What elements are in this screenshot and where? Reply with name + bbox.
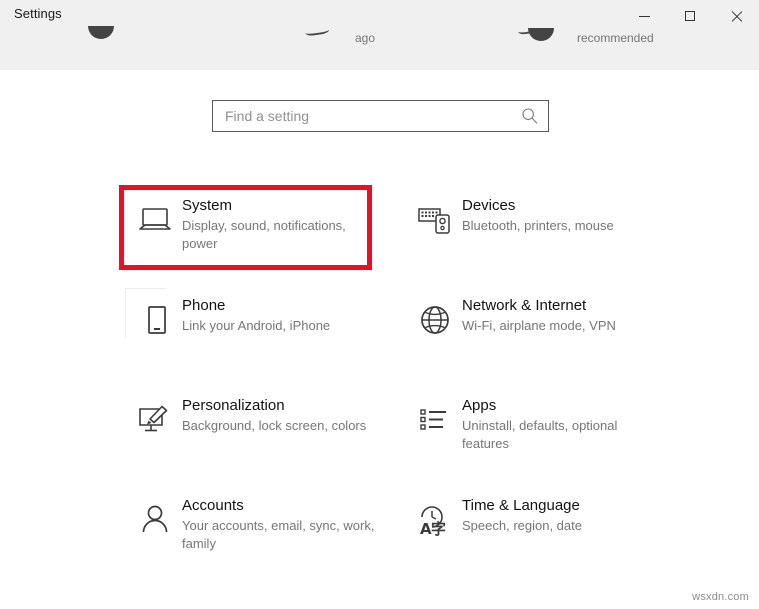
settings-row: System Display, sound, notifications, po… — [126, 192, 686, 292]
tile-title: Accounts — [182, 497, 244, 514]
keyboard-mouse-icon — [406, 196, 462, 244]
window-controls — [621, 0, 759, 32]
arc-icon — [304, 24, 330, 37]
window-titlebar: Settings ago recommended — [0, 0, 759, 70]
close-icon — [730, 10, 742, 22]
tile-subtitle: Display, sound, notifications, power — [182, 218, 346, 251]
cutoff-text-recommended: recommended — [577, 31, 654, 45]
tile-text: Time & Language Speech, region, date — [462, 496, 582, 535]
tile-text: Accounts Your accounts, email, sync, wor… — [182, 496, 377, 553]
settings-tile-network[interactable]: Network & Internet Wi-Fi, airplane mode,… — [406, 292, 686, 392]
tile-subtitle: Uninstall, defaults, optional features — [462, 418, 618, 451]
globe-icon — [406, 296, 462, 344]
tile-subtitle: Wi-Fi, airplane mode, VPN — [462, 318, 616, 333]
minimize-icon — [638, 15, 650, 17]
window-title: Settings — [14, 6, 62, 21]
half-circle-icon — [528, 28, 554, 41]
person-icon — [126, 496, 182, 544]
maximize-button[interactable] — [667, 0, 713, 32]
tile-subtitle: Background, lock screen, colors — [182, 418, 367, 433]
settings-tile-accounts[interactable]: Accounts Your accounts, email, sync, wor… — [126, 492, 406, 592]
tile-text: Personalization Background, lock screen,… — [182, 396, 366, 435]
tile-title: Apps — [462, 397, 497, 414]
laptop-icon — [126, 196, 182, 244]
tile-title: Network & Internet — [462, 297, 587, 314]
cutoff-text-ago: ago — [355, 31, 376, 45]
tile-subtitle: Link your Android, iPhone — [182, 318, 331, 333]
clock-language-icon: A 字 — [406, 496, 462, 544]
tile-subtitle: Bluetooth, printers, mouse — [462, 218, 614, 233]
search-icon[interactable] — [521, 107, 539, 125]
settings-row: Accounts Your accounts, email, sync, wor… — [126, 492, 686, 592]
list-icon — [406, 396, 462, 444]
tile-title: System — [182, 197, 233, 214]
tile-text: System Display, sound, notifications, po… — [182, 196, 377, 253]
settings-tile-apps[interactable]: Apps Uninstall, defaults, optional featu… — [406, 392, 686, 492]
settings-tile-time-language[interactable]: A 字 Time & Language Speech, region, date — [406, 492, 686, 592]
tile-title: Time & Language — [462, 497, 580, 514]
tile-text: Apps Uninstall, defaults, optional featu… — [462, 396, 657, 453]
settings-row: Phone Link your Android, iPhone Network … — [126, 292, 686, 392]
tile-title: Personalization — [182, 397, 285, 414]
phone-icon — [126, 296, 182, 344]
tile-text: Network & Internet Wi-Fi, airplane mode,… — [462, 296, 616, 335]
search-input[interactable] — [213, 101, 513, 131]
watermark: wsxdn.com — [692, 591, 749, 603]
tile-title: Phone — [182, 297, 226, 314]
tile-text: Phone Link your Android, iPhone — [182, 296, 330, 335]
settings-tile-personalization[interactable]: Personalization Background, lock screen,… — [126, 392, 406, 492]
settings-row: Personalization Background, lock screen,… — [126, 392, 686, 492]
settings-tile-phone[interactable]: Phone Link your Android, iPhone — [126, 292, 406, 392]
close-button[interactable] — [713, 0, 759, 32]
search-box[interactable] — [212, 100, 549, 132]
tile-title: Devices — [462, 197, 516, 214]
settings-tile-devices[interactable]: Devices Bluetooth, printers, mouse — [406, 192, 686, 292]
half-circle-icon — [88, 26, 114, 39]
minimize-button[interactable] — [621, 0, 667, 32]
maximize-icon — [685, 11, 695, 21]
settings-grid: System Display, sound, notifications, po… — [126, 192, 686, 592]
settings-tile-system[interactable]: System Display, sound, notifications, po… — [126, 192, 406, 292]
tile-subtitle: Your accounts, email, sync, work, family — [182, 518, 375, 551]
tile-subtitle: Speech, region, date — [462, 518, 582, 533]
tile-text: Devices Bluetooth, printers, mouse — [462, 196, 614, 235]
svg-text:字: 字 — [431, 520, 446, 537]
paintbrush-monitor-icon — [126, 396, 182, 444]
